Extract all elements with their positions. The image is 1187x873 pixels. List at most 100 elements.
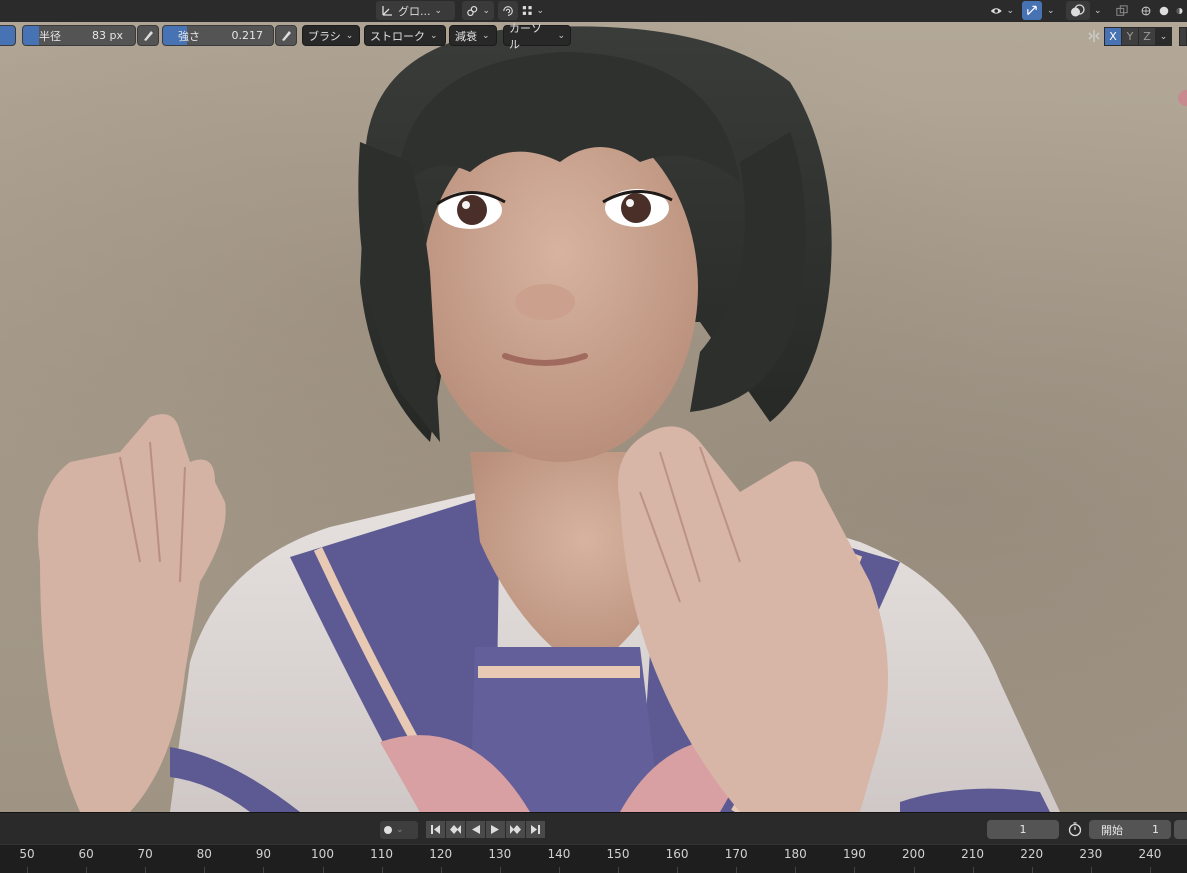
- ruler-tick-line: [913, 867, 915, 873]
- end-frame-field[interactable]: [1174, 820, 1187, 839]
- proportional-edit-icon: [503, 5, 513, 16]
- chevron-down-icon: ⌄: [434, 5, 443, 16]
- shading-material-icon: [1176, 7, 1183, 14]
- pivot-point-dropdown[interactable]: ⌄: [462, 1, 494, 20]
- jump-end-icon: [531, 825, 540, 834]
- pen-pressure-icon: [143, 31, 153, 41]
- ruler-tick-line: [618, 867, 619, 873]
- play-button[interactable]: [486, 821, 505, 838]
- ruler-tick-line: [1031, 867, 1033, 873]
- radius-pressure-toggle[interactable]: [137, 25, 159, 46]
- stopwatch-icon: [1067, 821, 1085, 839]
- ruler-tick-label: 240: [1138, 847, 1162, 861]
- proportional-edit-toggle[interactable]: [498, 1, 518, 20]
- ruler-tick-label: 110: [370, 847, 394, 861]
- transform-orientation-dropdown[interactable]: グロ... ⌄: [376, 1, 455, 20]
- chevron-down-icon: ⌄: [482, 30, 490, 41]
- brush-color-swatch[interactable]: [0, 25, 16, 46]
- strength-label: 強さ: [178, 29, 200, 43]
- overlay-dropdown[interactable]: ⌄: [1090, 1, 1102, 20]
- shading-solid-button[interactable]: [1155, 1, 1173, 20]
- ruler-tick-label: 190: [842, 847, 866, 861]
- shading-wireframe-icon: [1141, 6, 1151, 15]
- transform-orientation-label: グロ...: [398, 4, 431, 18]
- current-frame-field[interactable]: 1: [987, 820, 1059, 839]
- falloff-menu-label: 減衰: [455, 29, 477, 43]
- strength-pressure-toggle[interactable]: [275, 25, 297, 46]
- overlay-icon: [1071, 3, 1085, 16]
- ruler-tick-label: 140: [547, 847, 571, 861]
- ruler-tick-label: 160: [665, 847, 689, 861]
- ruler-tick-line: [440, 867, 442, 873]
- previous-keyframe-button[interactable]: [446, 821, 465, 838]
- ruler-tick-label: 90: [255, 847, 272, 861]
- shading-material-button[interactable]: [1172, 1, 1187, 20]
- ruler-tick-label: 230: [1079, 847, 1103, 861]
- ruler-tick-line: [204, 867, 206, 873]
- rendered-character-image: [38, 26, 1187, 812]
- record-keyframe-button[interactable]: ⌄: [380, 821, 418, 839]
- shading-wireframe-button[interactable]: [1137, 1, 1155, 20]
- snap-grid-icon: [522, 6, 532, 15]
- next-keyframe-button[interactable]: [506, 821, 525, 838]
- ruler-tick-label: 60: [78, 847, 94, 861]
- ruler-tick-line: [145, 867, 147, 873]
- 3d-viewport[interactable]: 半径 83 px 強さ 0.217 ブラシ ⌄ ストローク ⌄ 減衰 ⌄ カーソ…: [0, 22, 1187, 812]
- symmetry-icon: [1086, 28, 1102, 44]
- next-keyframe-icon: [510, 825, 521, 834]
- radius-field[interactable]: 半径 83 px: [22, 25, 136, 46]
- chevron-down-icon: ⌄: [345, 30, 354, 41]
- ruler-tick-line: [558, 867, 560, 873]
- overlay-toggle[interactable]: [1066, 1, 1090, 20]
- start-frame-label: 開始: [1101, 823, 1123, 837]
- play-icon: [491, 825, 499, 834]
- shading-solid-icon: [1159, 6, 1169, 15]
- ruler-tick-label: 170: [724, 847, 748, 861]
- gizmo-dropdown[interactable]: ⌄: [1043, 1, 1059, 20]
- ruler-tick-label: 210: [961, 847, 985, 861]
- ruler-tick-line: [499, 867, 501, 873]
- chevron-down-icon: ⌄: [430, 30, 438, 41]
- xray-toggle[interactable]: [1112, 1, 1132, 20]
- ruler-tick-line: [736, 867, 738, 873]
- mirror-dropdown[interactable]: ⌄: [1155, 27, 1172, 46]
- ruler-tick-line: [1090, 867, 1092, 873]
- mirror-x-toggle[interactable]: X: [1104, 27, 1122, 46]
- jump-to-start-button[interactable]: [426, 821, 445, 838]
- start-frame-value: 1: [1152, 823, 1159, 836]
- mirror-z-toggle[interactable]: Z: [1138, 27, 1156, 46]
- ruler-tick-label: 180: [783, 847, 807, 861]
- brush-menu[interactable]: ブラシ ⌄: [302, 25, 360, 46]
- timeline-frame-ruler[interactable]: 50 60 70 80 90 100 110 120 130 140 150 160 170 180 190…: [0, 844, 1187, 873]
- visibility-eye-icon: [990, 7, 1002, 14]
- start-frame-field[interactable]: 開始 1: [1089, 820, 1171, 839]
- chevron-down-icon: ⌄: [396, 825, 404, 835]
- stroke-menu[interactable]: ストローク ⌄: [364, 25, 446, 46]
- mirror-y-toggle[interactable]: Y: [1121, 27, 1139, 46]
- cursor-menu[interactable]: カーソル ⌄: [503, 22, 571, 51]
- jump-to-end-button[interactable]: [526, 821, 545, 838]
- gizmo-toggle[interactable]: [1022, 1, 1042, 20]
- strength-field[interactable]: 強さ 0.217: [162, 25, 274, 46]
- mirror-x-label: X: [1109, 30, 1117, 43]
- mirror-y-label: Y: [1126, 30, 1134, 43]
- play-reverse-button[interactable]: [466, 821, 485, 838]
- mirror-z-label: Z: [1143, 30, 1151, 43]
- falloff-menu[interactable]: 減衰 ⌄: [449, 25, 497, 46]
- current-frame-value: 1: [1019, 823, 1027, 836]
- chevron-down-icon: ⌄: [1159, 31, 1168, 42]
- viewport-header: グロ... ⌄ ⌄ ⌄ ⌄ ⌄ ⌄: [0, 0, 1187, 23]
- xray-icon: [1116, 4, 1128, 16]
- options-button[interactable]: [1179, 27, 1187, 46]
- ruler-tick-label: 70: [137, 847, 153, 861]
- gizmo-icon: [1027, 5, 1037, 16]
- brush-menu-label: ブラシ: [308, 29, 341, 43]
- snap-dropdown[interactable]: ⌄: [518, 1, 548, 20]
- cursor-menu-label: カーソル: [509, 22, 542, 51]
- visibility-dropdown[interactable]: ⌄: [986, 1, 1018, 20]
- chevron-down-icon: ⌄: [1006, 5, 1014, 16]
- radius-value: 83 px: [92, 29, 123, 42]
- ruler-tick-label: 130: [488, 847, 512, 861]
- ruler-tick-line: [381, 867, 383, 873]
- ruler-tick-label: 120: [429, 847, 453, 861]
